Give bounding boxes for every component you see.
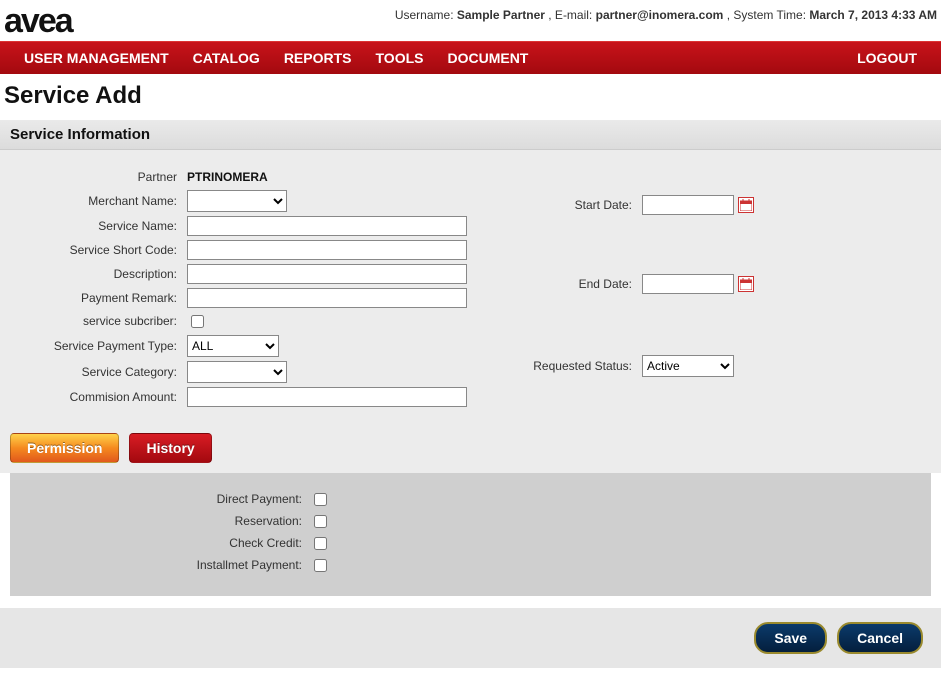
subscriber-checkbox[interactable] (191, 315, 204, 328)
calendar-icon[interactable] (738, 197, 754, 213)
tab-history[interactable]: History (129, 433, 211, 463)
username-label: Username: (395, 8, 457, 22)
end-date-label: End Date: (520, 244, 640, 323)
main-nav: USER MANAGEMENT CATALOG REPORTS TOOLS DO… (0, 41, 941, 74)
form-right-column: Start Date: End Date: (520, 166, 920, 409)
service-name-label: Service Name: (10, 214, 185, 238)
page-title: Service Add (0, 74, 941, 120)
payment-type-label: Service Payment Type: (10, 333, 185, 359)
partner-value: PTRINOMERA (185, 166, 480, 188)
reservation-label: Reservation: (20, 514, 310, 528)
permission-panel: Direct Payment: Reservation: Check Credi… (10, 473, 931, 596)
time-value: March 7, 2013 4:33 AM (809, 8, 937, 22)
form-left-column: Partner PTRINOMERA Merchant Name: Servic… (10, 166, 480, 409)
status-label: Requested Status: (520, 323, 640, 408)
nav-tools[interactable]: TOOLS (364, 42, 436, 74)
brand-logo: avea (4, 6, 72, 37)
start-date-label: Start Date: (520, 166, 640, 245)
short-code-input[interactable] (187, 240, 467, 260)
time-label: , System Time: (727, 8, 810, 22)
nav-user-management[interactable]: USER MANAGEMENT (12, 42, 181, 74)
tabs-row: Permission History (0, 429, 941, 473)
nav-left: USER MANAGEMENT CATALOG REPORTS TOOLS DO… (12, 42, 540, 74)
end-date-input[interactable] (642, 274, 734, 294)
nav-reports[interactable]: REPORTS (272, 42, 364, 74)
payment-type-select[interactable]: ALL (187, 335, 279, 357)
description-label: Description: (10, 262, 185, 286)
reservation-checkbox[interactable] (314, 515, 327, 528)
username-value: Sample Partner (457, 8, 545, 22)
cancel-button[interactable]: Cancel (837, 622, 923, 654)
installment-checkbox[interactable] (314, 559, 327, 572)
partner-label: Partner (10, 166, 185, 188)
merchant-label: Merchant Name: (10, 188, 185, 214)
start-date-input[interactable] (642, 195, 734, 215)
commission-label: Commision Amount: (10, 385, 185, 409)
payment-remark-label: Payment Remark: (10, 286, 185, 310)
subscriber-label: service subcriber: (10, 310, 185, 333)
installment-label: Installmet Payment: (20, 558, 310, 572)
payment-remark-input[interactable] (187, 288, 467, 308)
direct-payment-label: Direct Payment: (20, 492, 310, 506)
nav-right: LOGOUT (845, 42, 929, 74)
calendar-icon[interactable] (738, 276, 754, 292)
nav-catalog[interactable]: CATALOG (181, 42, 272, 74)
short-code-label: Service Short Code: (10, 238, 185, 262)
check-credit-label: Check Credit: (20, 536, 310, 550)
nav-document[interactable]: DOCUMENT (435, 42, 540, 74)
tab-permission[interactable]: Permission (10, 433, 119, 463)
email-label: , E-mail: (548, 8, 595, 22)
service-name-input[interactable] (187, 216, 467, 236)
nav-logout[interactable]: LOGOUT (845, 42, 929, 74)
save-button[interactable]: Save (754, 622, 827, 654)
direct-payment-checkbox[interactable] (314, 493, 327, 506)
description-input[interactable] (187, 264, 467, 284)
email-value: partner@inomera.com (596, 8, 724, 22)
check-credit-checkbox[interactable] (314, 537, 327, 550)
category-label: Service Category: (10, 359, 185, 385)
footer-actions: Save Cancel (0, 608, 941, 668)
header-user-info: Username: Sample Partner , E-mail: partn… (395, 6, 937, 22)
section-title: Service Information (0, 120, 941, 150)
commission-input[interactable] (187, 387, 467, 407)
status-select[interactable]: Active (642, 355, 734, 377)
service-info-panel: Partner PTRINOMERA Merchant Name: Servic… (0, 150, 941, 429)
merchant-select[interactable] (187, 190, 287, 212)
page-header: avea Username: Sample Partner , E-mail: … (0, 0, 941, 41)
category-select[interactable] (187, 361, 287, 383)
